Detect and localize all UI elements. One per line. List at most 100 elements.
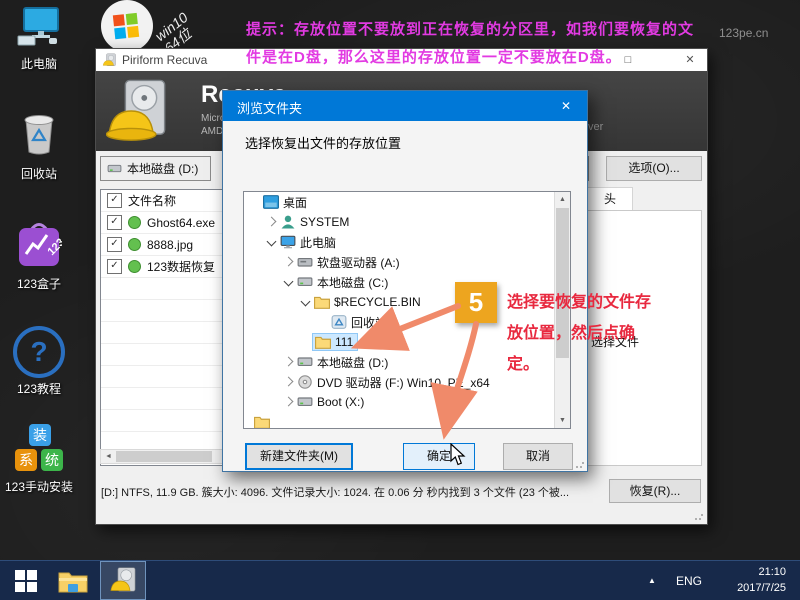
desktop-icon-this-pc[interactable]: 此电脑 [0,6,78,72]
browse-folder-dialog: 浏览文件夹 ✕ 选择恢复出文件的存放位置 桌面 SYSTEM 此电脑 软盘驱动器… [222,90,588,472]
annotation-note-line1: 选择要恢复的文件存 [507,294,652,311]
recoverable-state-icon [128,216,141,229]
chevron-open-icon[interactable] [299,296,312,309]
desktop-icon-recycle-bin[interactable]: 回收站 [0,110,78,182]
recover-button[interactable]: 恢复(R)... [609,479,701,503]
chevron-closed-icon[interactable] [282,256,295,269]
dialog-close-icon[interactable]: ✕ [555,96,577,116]
desktop-icon-label: 123手动安装 [4,480,74,494]
tree-item-floppy-a[interactable]: 软盘驱动器 (A:) [244,252,570,272]
tree-item-dvd-f[interactable]: DVD 驱动器 (F:) Win10_PE_x64 [244,372,570,392]
file-row[interactable]: ✓ 123数据恢复 [101,256,229,278]
window-resize-grip[interactable] [694,511,704,521]
recuva-taskbar-icon [110,566,136,591]
recuva-logo-icon [106,79,166,141]
desktop-icon-123-box[interactable]: 123 123盒子 [0,220,78,292]
tab-header[interactable]: 头 [587,187,633,210]
chevron-open-icon[interactable] [282,276,295,289]
clock-date: 2017/7/25 [737,582,786,594]
123-box-icon: 123 [19,223,67,266]
desktop-icon-label: 123盒子 [16,277,62,291]
chevron-closed-icon[interactable] [282,356,295,369]
select-all-checkbox[interactable]: ✓ [107,193,122,208]
tree-item-partial[interactable] [244,412,570,428]
expander-slot [248,196,261,209]
question-mark-icon: ? [13,326,65,378]
file-row[interactable]: ✓ Ghost64.exe [101,212,229,234]
dialog-title: 浏览文件夹 [237,101,303,116]
dvd-icon [298,375,312,389]
chevron-closed-icon[interactable] [282,396,295,409]
drive-selector[interactable]: 本地磁盘 (D:) [100,156,211,181]
taskbar: ▲ ENG 21:10 2017/7/25 [0,560,800,600]
install-squares-icon: 装 系 统 [13,424,65,476]
this-pc-icon [17,7,59,46]
chevron-open-icon[interactable] [265,236,278,249]
file-checkbox[interactable]: ✓ [107,259,122,274]
desktop-folder-icon [263,195,279,209]
step-badge: 5 [455,282,497,323]
file-list-hscrollbar[interactable]: ◄ [100,449,229,464]
desktop-icon-123-manual-install[interactable]: 装 系 统 123手动安装 [0,424,78,495]
annotation-note-line2: 放位置，然后点确 [507,325,636,342]
drive-icon [107,164,122,173]
watermark: 123pe.cn [719,26,769,40]
recycle-small-icon [331,315,347,329]
hscroll-thumb[interactable] [116,451,212,462]
file-checkbox[interactable]: ✓ [107,215,122,230]
user-icon [281,215,295,229]
tree-item-desktop[interactable]: 桌面 [244,192,570,212]
desktop-icon-label: 123教程 [16,382,62,396]
tree-item-boot-x[interactable]: Boot (X:) [244,392,570,412]
scan-status-text: [D:] NTFS, 11.9 GB. 簇大小: 4096. 文件记录大小: 1… [101,487,570,499]
annotation-note-line3: 定。 [507,356,540,373]
taskbar-explorer-button[interactable] [52,561,94,600]
tree-item-this-pc[interactable]: 此电脑 [244,232,570,252]
recuva-app-icon [102,53,116,66]
options-button[interactable]: 选项(O)... [606,156,702,181]
desktop-icon-label: 回收站 [20,167,57,181]
computer-icon [280,235,296,249]
desktop: win10 64位 此电脑 回收站 123 123盒子 ? 123教程 装 系 … [0,0,800,600]
drive-icon [297,357,313,366]
taskbar-recuva-button[interactable] [100,561,146,600]
expander-slot [316,316,329,329]
dialog-resize-grip[interactable] [575,459,585,469]
scroll-down-icon[interactable]: ▼ [555,413,570,428]
chevron-closed-icon[interactable] [282,376,295,389]
expander-slot [299,336,312,349]
close-button[interactable]: ✕ [677,52,703,69]
dialog-titlebar[interactable]: 浏览文件夹 ✕ [223,91,587,121]
drive-selector-value: 本地磁盘 (D:) [127,162,199,176]
window-title: Piriform Recuva [122,53,208,67]
floppy-drive-icon [297,258,313,267]
dialog-prompt: 选择恢复出文件的存放位置 [245,136,402,151]
folder-icon [314,296,330,309]
desktop-icon-label: 此电脑 [20,57,57,71]
file-row[interactable]: ✓ 8888.jpg [101,234,229,256]
scroll-left-icon[interactable]: ◄ [102,450,115,463]
recycle-bin-icon [24,115,54,155]
desktop-icon-123-tutorial[interactable]: ? 123教程 [0,326,78,397]
file-explorer-icon [58,572,88,592]
file-list-header-row: ✓ 文件名称 [101,190,229,212]
taskbar-clock[interactable]: 21:10 2017/7/25 [696,564,786,596]
folder-icon [254,416,270,428]
recuva-header-fragment: ver [588,121,604,133]
cancel-button[interactable]: 取消 [503,443,573,470]
new-folder-button[interactable]: 新建文件夹(M) [245,443,353,470]
folder-icon [315,336,331,349]
file-checkbox[interactable]: ✓ [107,237,122,252]
file-list-header: 文件名称 [128,194,177,208]
tray-expand-icon[interactable]: ▲ [648,561,656,600]
scroll-up-icon[interactable]: ▲ [555,192,570,207]
ok-button[interactable]: 确定 [403,443,475,470]
clock-time: 21:10 [758,566,786,578]
chevron-closed-icon[interactable] [265,216,278,229]
windows-logo-icon [15,569,37,592]
start-button[interactable] [6,561,46,600]
annotation-tip-line1: 提示：存放位置不要放到正在恢复的分区里，如我们要恢复的文 [246,21,695,38]
recoverable-state-icon [128,260,141,273]
tree-item-system[interactable]: SYSTEM [244,212,570,232]
recoverable-state-icon [128,238,141,251]
